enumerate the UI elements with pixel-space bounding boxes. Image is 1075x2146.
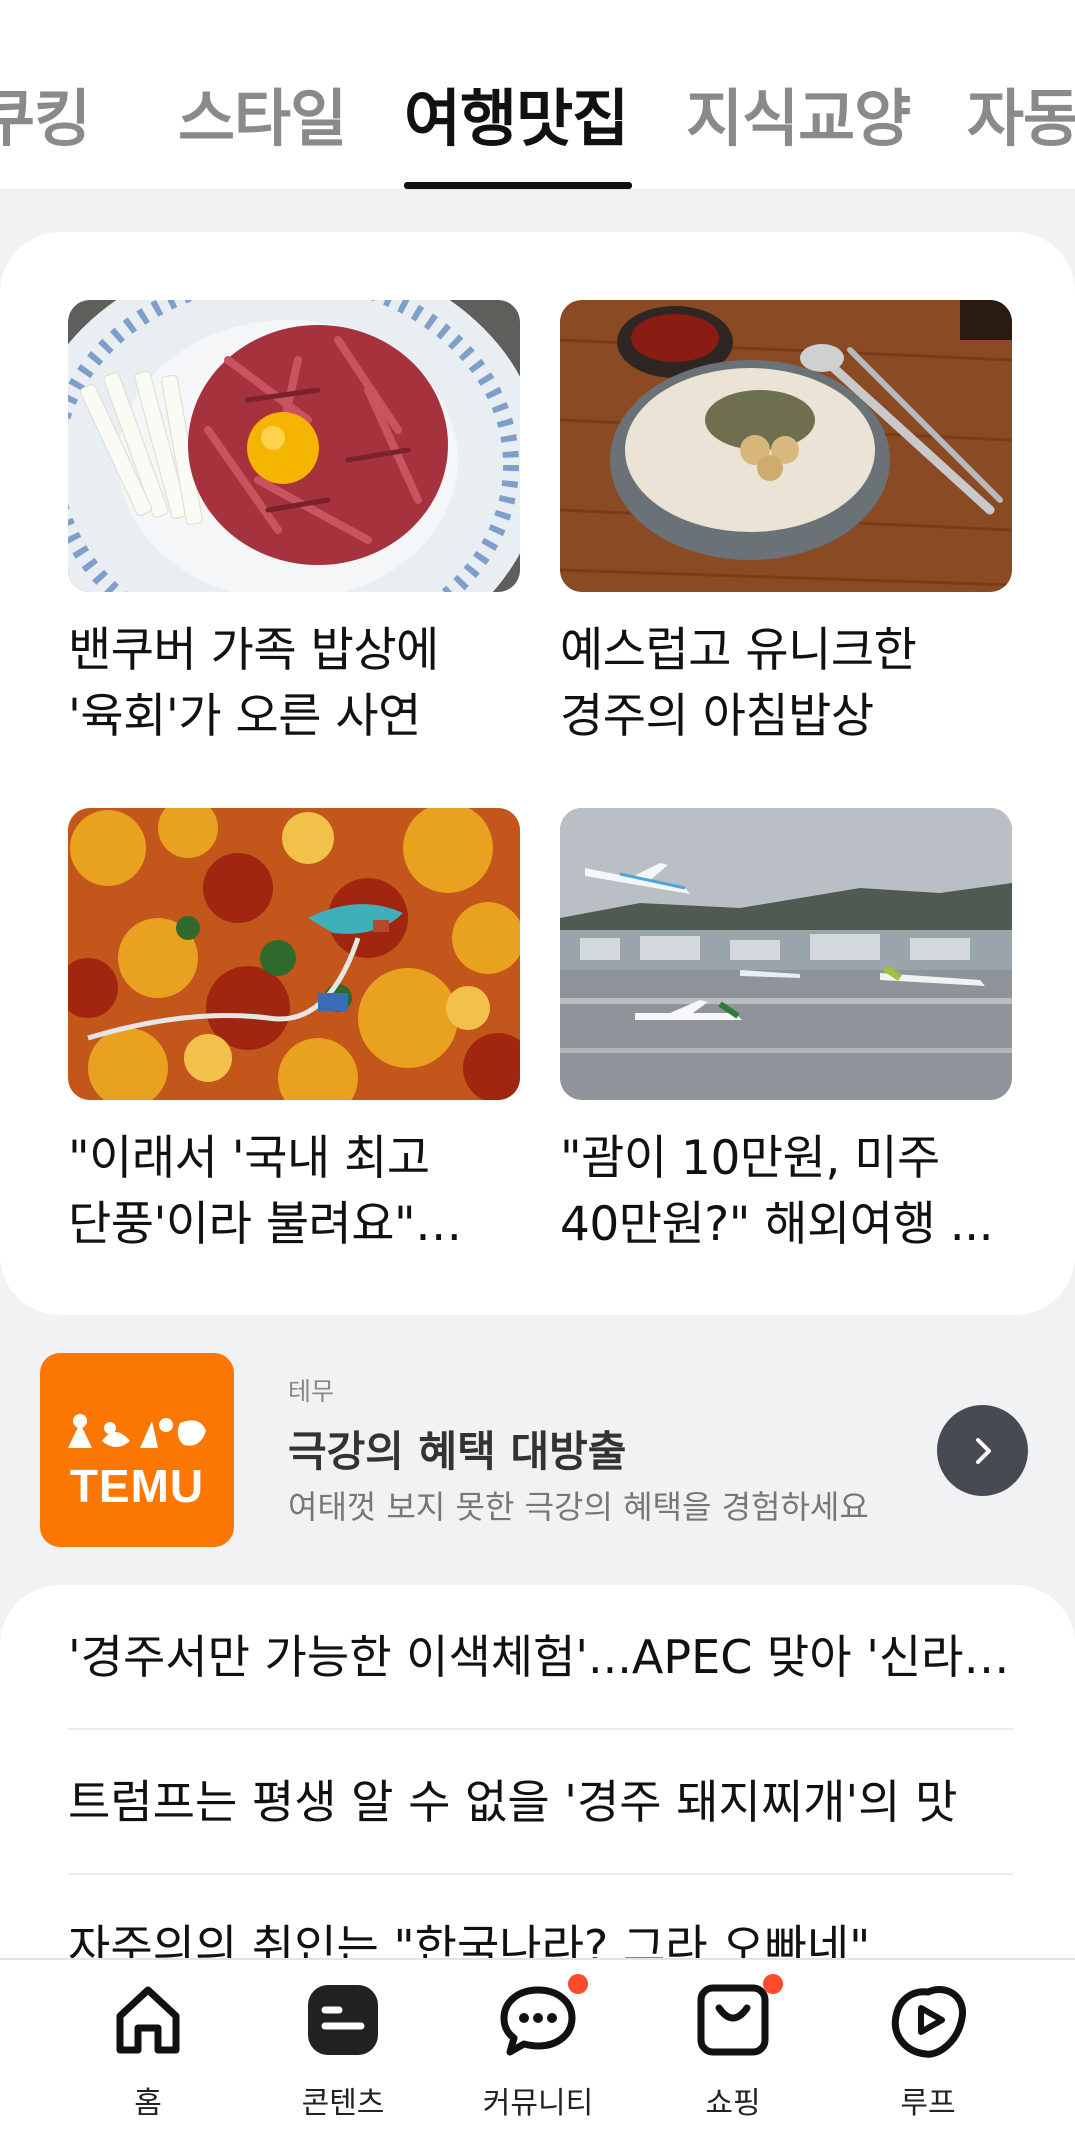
airport-thumbnail bbox=[560, 808, 1012, 1100]
notification-dot bbox=[568, 1974, 588, 1994]
ad-banner[interactable]: TEMU 테무 극강의 혜택 대방출 여태껏 보지 못한 극강의 혜택을 경험하… bbox=[0, 1350, 1075, 1550]
porridge-bowl-thumbnail bbox=[560, 300, 1012, 592]
ad-logo-text: TEMU bbox=[69, 1460, 205, 1512]
list-item[interactable]: 트럼프는 평생 알 수 없을 '경주 돼지찌개'의 맛 bbox=[68, 1730, 1013, 1875]
temu-logo: TEMU bbox=[40, 1353, 234, 1547]
article-title: "괌이 10만원, 미주 40만원?" 해외여행 ... bbox=[560, 1131, 994, 1252]
nav-label: 콘텐츠 bbox=[301, 2086, 385, 2121]
home-icon bbox=[106, 1978, 190, 2062]
tab-car[interactable]: 자동차 bbox=[967, 68, 1075, 158]
beef-tartare-thumbnail bbox=[68, 300, 520, 592]
loop-play-icon bbox=[886, 1978, 970, 2062]
ad-description: 여태껏 보지 못한 극강의 혜택을 경험하세요 bbox=[288, 1488, 869, 1526]
shopping-bag-icon bbox=[691, 1974, 783, 2062]
nav-label: 쇼핑 bbox=[705, 2086, 761, 2121]
article-card[interactable]: "괌이 10만원, 미주 40만원?" 해외여행 ... bbox=[560, 808, 1012, 1258]
autumn-foliage-thumbnail bbox=[68, 808, 520, 1100]
article-card[interactable]: "이래서 '국내 최고 단풍'이라 불려요" 10... bbox=[68, 808, 520, 1258]
notification-dot bbox=[763, 1974, 783, 1994]
nav-contents[interactable]: 콘텐츠 bbox=[268, 1978, 418, 2138]
nav-shopping[interactable]: 쇼핑 bbox=[658, 1974, 808, 2138]
chevron-right-icon bbox=[975, 1437, 991, 1464]
nav-label: 홈 bbox=[134, 2086, 162, 2121]
chat-bubble-icon bbox=[496, 1974, 588, 2062]
ad-title: 극강의 혜택 대방출 bbox=[288, 1427, 627, 1476]
tab-cooking[interactable]: 쿠킹 bbox=[0, 68, 91, 158]
nav-home[interactable]: 홈 bbox=[73, 1978, 223, 2138]
active-tab-indicator bbox=[404, 182, 632, 189]
nav-label: 커뮤니티 bbox=[482, 2086, 594, 2121]
article-title: 예스럽고 유니크한 경주의 아침밥상 bbox=[560, 623, 917, 744]
article-grid-card: 밴쿠버 가족 밥상에 '육회'가 오른 사연 예스럽고 유니크한 경주의 아침밥… bbox=[0, 232, 1075, 1315]
article-title: 밴쿠버 가족 밥상에 '육회'가 오른 사연 bbox=[68, 623, 439, 744]
contents-icon bbox=[301, 1978, 385, 2062]
nav-community[interactable]: 커뮤니티 bbox=[463, 1974, 613, 2138]
tab-style[interactable]: 스타일 bbox=[178, 68, 347, 158]
tab-knowledge[interactable]: 지식교양 bbox=[686, 68, 911, 158]
nav-loop[interactable]: 루프 bbox=[853, 1978, 1003, 2138]
ad-open-button[interactable] bbox=[937, 1405, 1028, 1496]
ad-brand: 테무 bbox=[288, 1377, 335, 1406]
list-item[interactable]: '경주서만 가능한 이색체험'...APEC 맞아 '신라문화체험' bbox=[68, 1585, 1013, 1730]
nav-label: 루프 bbox=[900, 2086, 956, 2121]
article-title: "이래서 '국내 최고 단풍'이라 불려요" 10... bbox=[68, 1131, 430, 1252]
tab-travel-food[interactable]: 여행맛집 bbox=[404, 68, 629, 158]
bottom-navigation: 홈 콘텐츠 커뮤니티 쇼핑 루프 bbox=[0, 1958, 1075, 2146]
category-tab-bar: 쿠킹 스타일 여행맛집 지식교양 자동차 bbox=[0, 0, 1075, 190]
article-card[interactable]: 예스럽고 유니크한 경주의 아침밥상 bbox=[560, 300, 1012, 750]
article-card[interactable]: 밴쿠버 가족 밥상에 '육회'가 오른 사연 bbox=[68, 300, 520, 750]
